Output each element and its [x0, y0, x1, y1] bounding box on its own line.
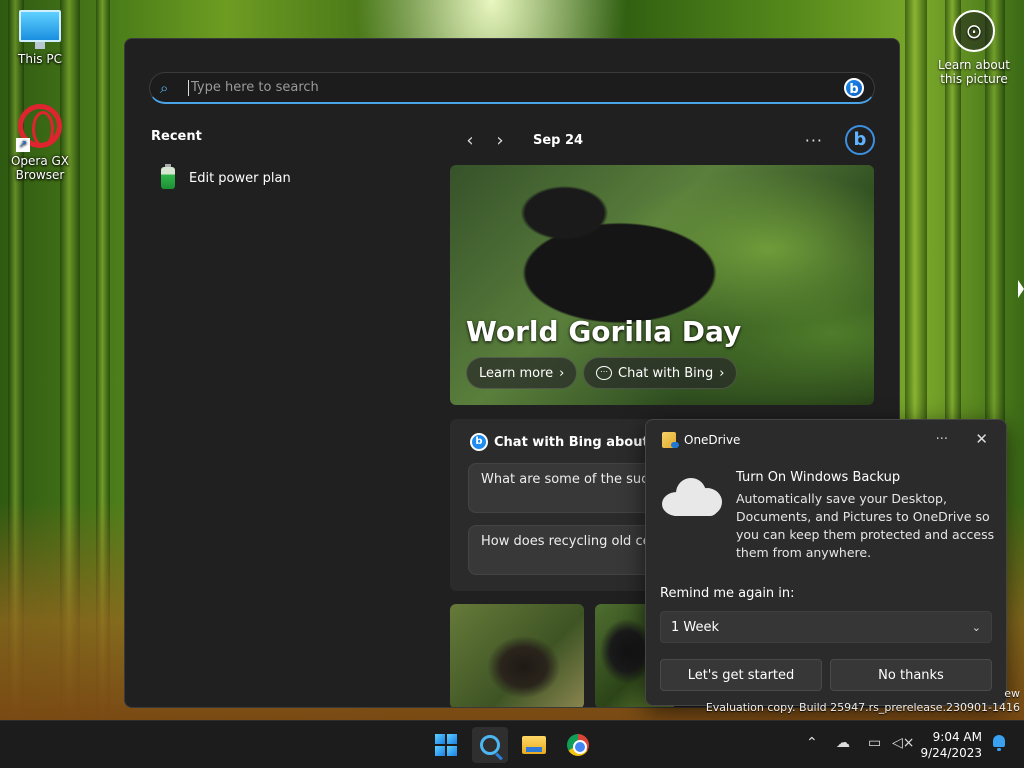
desktop-icon-label: This PC — [18, 52, 62, 66]
chevron-down-icon: ⌄ — [971, 620, 981, 634]
volume-muted-icon[interactable]: ◁× — [892, 735, 915, 751]
chat-with-bing-button[interactable]: ⋯ Chat with Bing › — [583, 357, 738, 389]
chevron-right-icon: › — [719, 365, 725, 381]
onedrive-description: Automatically save your Desktop, Documen… — [736, 491, 995, 560]
chrome-button[interactable] — [560, 727, 596, 763]
highlights-date: Sep 24 — [533, 132, 584, 148]
bing-icon[interactable]: b — [844, 77, 864, 98]
learn-more-button[interactable]: Learn more › — [466, 357, 578, 389]
chat-bubble-icon: ⋯ — [596, 366, 612, 380]
lets-get-started-button[interactable]: Let's get started — [660, 659, 822, 691]
hero-card-world-gorilla-day[interactable]: World Gorilla Day Learn more › ⋯ Chat wi… — [450, 165, 874, 405]
onedrive-title: Turn On Windows Backup — [736, 470, 901, 485]
search-icon: ⌕ — [160, 78, 169, 97]
chevron-up-icon[interactable]: ⌃ — [806, 735, 818, 751]
shortcut-arrow-icon: ↗ — [16, 138, 30, 152]
learn-more-label: Learn more — [479, 365, 554, 381]
evaluation-watermark: Evaluation copy. Build 25947.rs_prerelea… — [705, 701, 1020, 714]
chat-card-title-text: Chat with Bing about W — [494, 434, 668, 450]
chevron-right-icon: › — [559, 365, 565, 381]
more-options-icon[interactable]: ··· — [805, 131, 823, 150]
clock-date: 9/24/2023 — [920, 746, 982, 760]
bing-chat-icon[interactable]: b — [845, 125, 875, 155]
recent-item-edit-power-plan[interactable]: Edit power plan — [161, 164, 291, 189]
start-button[interactable] — [428, 727, 464, 763]
folder-icon — [522, 736, 546, 754]
battery-icon — [161, 164, 175, 189]
desktop-icon-label: Opera GX Browser — [10, 154, 70, 182]
onedrive-backup-popup: OneDrive ··· ✕ Turn On Windows Backup Au… — [645, 419, 1007, 706]
desktop-icon-this-pc[interactable]: This PC — [0, 10, 80, 66]
onedrive-app-icon — [662, 432, 679, 448]
cloud-icon — [662, 476, 722, 516]
camera-location-icon: ⊙ — [953, 10, 995, 52]
onedrive-app-name: OneDrive — [684, 433, 741, 447]
notification-bell-icon[interactable] — [992, 735, 1006, 751]
remind-interval-value: 1 Week — [671, 619, 720, 635]
learn-about-picture[interactable]: ⊙ Learn about this picture — [932, 10, 1016, 86]
chevron-left-icon[interactable]: ‹ — [455, 130, 485, 151]
clock-time: 9:04 AM — [932, 730, 982, 744]
evaluation-watermark-line1: ew — [1004, 687, 1020, 700]
taskbar: ⌃ ☁ ▭ ◁× 9:04 AM 9/24/2023 — [0, 720, 1024, 768]
bing-icon: b — [470, 433, 488, 451]
search-box[interactable]: ⌕ b — [149, 72, 875, 104]
windows-logo-icon — [435, 734, 457, 756]
network-icon[interactable]: ▭ — [868, 735, 881, 751]
remind-label: Remind me again in: — [660, 586, 795, 601]
recent-heading: Recent — [151, 129, 202, 144]
chrome-icon — [567, 734, 589, 756]
search-input[interactable] — [188, 79, 844, 96]
recent-item-label: Edit power plan — [189, 170, 291, 186]
desktop-icon-opera-gx[interactable]: ↗ Opera GX Browser — [0, 104, 80, 182]
close-icon[interactable]: ✕ — [975, 430, 988, 448]
taskbar-search-button[interactable] — [472, 727, 508, 763]
highlights-nav: ‹ › Sep 24 ··· b — [455, 125, 875, 155]
gorilla-thumbnail[interactable] — [450, 604, 584, 707]
onedrive-header: OneDrive — [662, 432, 740, 448]
search-icon — [480, 735, 500, 755]
chevron-right-icon[interactable]: › — [485, 130, 515, 151]
onedrive-tray-icon[interactable]: ☁ — [836, 735, 850, 751]
chat-with-bing-label: Chat with Bing — [618, 365, 714, 381]
taskbar-clock[interactable]: 9:04 AM 9/24/2023 — [920, 729, 982, 761]
remind-interval-select[interactable]: 1 Week ⌄ — [660, 611, 992, 643]
mouse-cursor-icon — [1018, 280, 1024, 298]
no-thanks-button[interactable]: No thanks — [830, 659, 992, 691]
hero-title: World Gorilla Day — [466, 315, 742, 348]
chat-card-title: b Chat with Bing about W — [470, 433, 668, 451]
monitor-icon — [19, 10, 61, 49]
file-explorer-button[interactable] — [516, 727, 552, 763]
more-options-icon[interactable]: ··· — [936, 432, 948, 447]
learn-about-picture-label: Learn about this picture — [938, 58, 1010, 86]
